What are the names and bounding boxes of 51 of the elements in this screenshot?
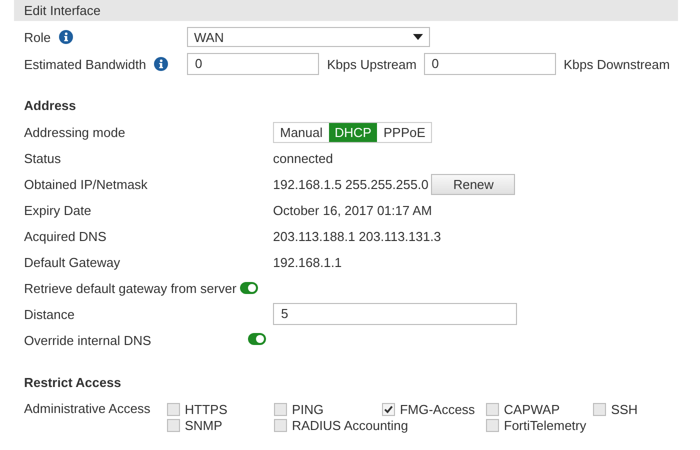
section-heading: Restrict Access (23, 374, 122, 392)
field-value: 192.168.1.5 255.255.255.0 (273, 176, 428, 192)
checkbox-label: HTTPS (184, 402, 228, 416)
toggle-switch[interactable] (248, 332, 266, 344)
field-label: Status (24, 150, 61, 166)
downstream-field[interactable]: 0 (424, 53, 556, 75)
unit-label: Kbps Upstream (327, 56, 417, 72)
section-heading: Address (23, 97, 78, 115)
field-value: 192.168.1.1 (273, 254, 342, 270)
checkbox-label: RADIUS Accounting (292, 418, 408, 432)
field-value: October 16, 2017 01:17 AM (273, 202, 432, 218)
mode-option[interactable]: DHCP (328, 122, 378, 142)
field-value: connected (273, 150, 333, 166)
checkbox[interactable] (274, 402, 287, 416)
checkbox[interactable] (166, 418, 180, 432)
checkbox[interactable] (166, 402, 180, 416)
checkbox-label: PING (292, 402, 324, 416)
field-label: Expiry Date (24, 202, 92, 218)
field-label: Distance (24, 306, 75, 322)
checkbox[interactable] (382, 402, 395, 416)
toggle-switch[interactable] (240, 282, 258, 294)
checkbox-label: FortiTelemetry (504, 418, 586, 432)
field-value: 203.113.188.1 203.113.131.3 (273, 228, 441, 244)
checkbox[interactable] (486, 402, 499, 416)
unit-label: Kbps Downstream (564, 56, 670, 72)
field-label: Estimated Bandwidth (24, 56, 146, 72)
checkbox-label: SSH (610, 402, 638, 416)
renew-button[interactable]: Renew (431, 174, 516, 194)
mode-option[interactable]: Manual (274, 122, 329, 142)
checkbox[interactable] (592, 402, 606, 416)
field-label: Default Gateway (24, 254, 120, 270)
field-label: Acquired DNS (24, 228, 106, 244)
distance-field[interactable]: 5 (273, 303, 517, 325)
checkbox[interactable] (274, 418, 287, 432)
info-icon[interactable] (154, 57, 168, 71)
checkbox-label: FMG-Access (400, 402, 475, 416)
upstream-field[interactable]: 0 (187, 53, 319, 75)
checkbox-label: CAPWAP (504, 402, 560, 416)
mode-option[interactable]: PPPoE (377, 122, 432, 142)
field-label: Obtained IP/Netmask (24, 176, 148, 192)
panel-title: Edit Interface (14, 0, 678, 21)
caret-icon (413, 34, 423, 40)
checkbox-label: SNMP (184, 418, 222, 432)
checkbox[interactable] (486, 418, 499, 432)
info-icon[interactable] (58, 30, 73, 44)
field-label: Role (24, 30, 51, 44)
field-label: Administrative Access (24, 401, 152, 416)
field-label: Override internal DNS (24, 332, 152, 348)
role-dropdown[interactable]: WAN (187, 27, 430, 47)
field-label: Retrieve default gateway from server (24, 280, 236, 296)
field-label: Addressing mode (24, 124, 126, 140)
